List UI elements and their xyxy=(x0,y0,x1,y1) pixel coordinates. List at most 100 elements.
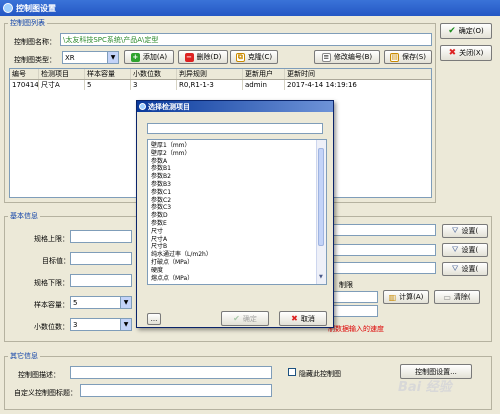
document-icon: ≡ xyxy=(321,52,331,62)
ok-button[interactable]: ✔ 确定(O) xyxy=(440,23,492,39)
dialog-cancel-button[interactable]: ✖ 取消 xyxy=(279,311,327,326)
scrollbar-thumb[interactable] xyxy=(318,148,324,246)
clone-icon: ⧉ xyxy=(235,52,245,62)
settings-label: 设置( xyxy=(461,246,479,254)
table-cell: 5 xyxy=(85,80,131,90)
column-header-item[interactable]: 检测项目 xyxy=(39,69,85,79)
list-item[interactable]: 尺寸A xyxy=(148,236,316,244)
column-header-id[interactable]: 编号 xyxy=(10,69,39,79)
close-icon: ✖ xyxy=(448,48,457,58)
settings-button-3[interactable]: ⛛ 设置( xyxy=(442,262,488,276)
chart-icon: ▥ xyxy=(388,292,397,302)
hide-chart-checkbox[interactable] xyxy=(288,368,296,376)
calculate-button[interactable]: ▥ 计算(A) xyxy=(383,290,429,304)
list-item[interactable]: 参数D xyxy=(148,212,316,220)
upper-limit-input[interactable] xyxy=(70,230,132,243)
calculate-label: 计算(A) xyxy=(399,293,424,301)
upper-limit-label: 规格上限： xyxy=(34,235,69,243)
lower-limit-label: 规格下限： xyxy=(34,279,69,287)
list-item[interactable]: 参数C1 xyxy=(148,189,316,197)
list-item[interactable]: 参数B3 xyxy=(148,181,316,189)
list-item[interactable]: 壁厚2（mm） xyxy=(148,150,316,158)
decimals-label: 小数位数： xyxy=(34,323,69,331)
list-item[interactable]: 参数C3 xyxy=(148,204,316,212)
item-list-scrollbar[interactable]: ▼ xyxy=(316,140,326,284)
browse-button[interactable]: ... xyxy=(147,313,161,325)
list-item[interactable]: 打破点（MPa） xyxy=(148,259,316,267)
table-cell: 1704141... xyxy=(12,80,39,90)
list-item[interactable]: 参数B2 xyxy=(148,173,316,181)
basic-info-section-title: 基本信息 xyxy=(8,211,40,221)
delete-button[interactable]: − 删除(D) xyxy=(178,50,228,64)
decimals-select[interactable]: 3 ▼ xyxy=(70,318,132,331)
dialog-ok-button[interactable]: ✔ 确定 xyxy=(221,311,269,326)
custom-title-input[interactable] xyxy=(80,384,272,397)
sample-size-select[interactable]: 5 ▼ xyxy=(70,296,132,309)
add-button-label: 添加(A) xyxy=(142,53,168,61)
settings-button-1[interactable]: ⛛ 设置( xyxy=(442,224,488,238)
clear-label: 清除( xyxy=(453,293,471,301)
chart-name-label: 控制图名称： xyxy=(14,38,56,46)
list-item[interactable]: 参数A xyxy=(148,158,316,166)
column-header-sample-size[interactable]: 样本容量 xyxy=(85,69,131,79)
minus-icon: − xyxy=(184,52,194,62)
table-row[interactable]: 1704141... 尺寸A 5 3 R0,R1-1-3 admin 2017-… xyxy=(10,80,431,90)
list-item[interactable]: 参数B1 xyxy=(148,165,316,173)
column-header-user[interactable]: 更新用户 xyxy=(243,69,285,79)
delete-button-label: 删除(D) xyxy=(196,53,222,61)
hide-chart-label: 隐藏此控制图 xyxy=(299,370,341,378)
chart-name-field[interactable]: \太友科技SPC系统\产品A\定型 xyxy=(60,33,432,46)
window-title-bar: 控制图设置 xyxy=(0,0,500,16)
settings-label: 设置( xyxy=(461,265,479,273)
list-item[interactable]: 壁厚1（mm） xyxy=(148,142,316,150)
settings-button-2[interactable]: ⛛ 设置( xyxy=(442,243,488,257)
list-item[interactable]: 纯水通过率（L/m2h） xyxy=(148,251,316,259)
list-item[interactable]: 熔点点（MPa） xyxy=(148,275,316,283)
scroll-down-icon[interactable]: ▼ xyxy=(319,274,323,280)
table-cell: 尺寸A xyxy=(39,80,85,90)
watermark: Bai 经验 xyxy=(398,380,452,395)
list-item[interactable]: 参数C2 xyxy=(148,197,316,205)
checkmark-icon: ✔ xyxy=(448,26,456,36)
item-list-items: 壁厚1（mm） 壁厚2（mm） 参数A 参数B1 参数B2 参数B3 参数C1 参数C2 参数C… xyxy=(148,142,316,282)
chart-description-label: 控制图描述： xyxy=(18,371,60,379)
ok-button-label: 确定(O) xyxy=(458,27,484,35)
target-input[interactable] xyxy=(70,252,132,265)
filter-icon: ⛛ xyxy=(451,226,459,235)
column-header-rules[interactable]: 判异规则 xyxy=(177,69,243,79)
list-item[interactable]: 参数E xyxy=(148,220,316,228)
chart-description-input[interactable] xyxy=(70,366,272,379)
clear-button[interactable]: ▭ 清除( xyxy=(434,290,480,304)
close-button-label: 关闭(X) xyxy=(459,49,484,57)
close-button[interactable]: ✖ 关闭(X) xyxy=(440,45,492,61)
limit-label: 制限 xyxy=(339,281,353,289)
list-item[interactable]: 尺寸 xyxy=(148,228,316,236)
chart-type-select[interactable]: XR ▼ xyxy=(62,51,119,64)
chevron-down-icon: ▼ xyxy=(107,52,118,63)
lower-limit-input[interactable] xyxy=(70,274,132,287)
custom-title-label: 自定义控制图标题： xyxy=(14,389,77,397)
list-item[interactable]: 尺寸B xyxy=(148,243,316,251)
table-cell: admin xyxy=(243,80,285,90)
list-item[interactable]: 硬度 xyxy=(148,267,316,275)
save-button[interactable]: ▤ 保存(S) xyxy=(384,50,432,64)
target-rule-input[interactable] xyxy=(324,244,436,256)
eraser-icon: ▭ xyxy=(443,292,451,302)
sample-size-value: 5 xyxy=(73,298,78,307)
edit-number-button[interactable]: ≡ 修改编号(B) xyxy=(314,50,380,64)
save-button-label: 保存(S) xyxy=(402,53,426,61)
checkmark-icon: ✔ xyxy=(233,314,240,323)
column-header-time[interactable]: 更新时间 xyxy=(285,69,431,79)
lower-rule-input[interactable] xyxy=(324,262,436,274)
add-button[interactable]: + 添加(A) xyxy=(124,50,174,64)
filter-icon: ⛛ xyxy=(451,264,459,273)
upper-rule-input[interactable] xyxy=(324,224,436,236)
clone-button[interactable]: ⧉ 克隆(C) xyxy=(230,50,278,64)
plus-icon: + xyxy=(130,52,140,62)
table-cell: 3 xyxy=(131,80,177,90)
column-header-decimals[interactable]: 小数位数 xyxy=(131,69,177,79)
sample-size-label: 样本容量： xyxy=(34,301,69,309)
settings-label: 设置( xyxy=(461,227,479,235)
item-list[interactable]: 壁厚1（mm） 壁厚2（mm） 参数A 参数B1 参数B2 参数B3 参数C1 参数C2 参数C… xyxy=(147,139,327,285)
dialog-search-input[interactable] xyxy=(147,123,323,134)
